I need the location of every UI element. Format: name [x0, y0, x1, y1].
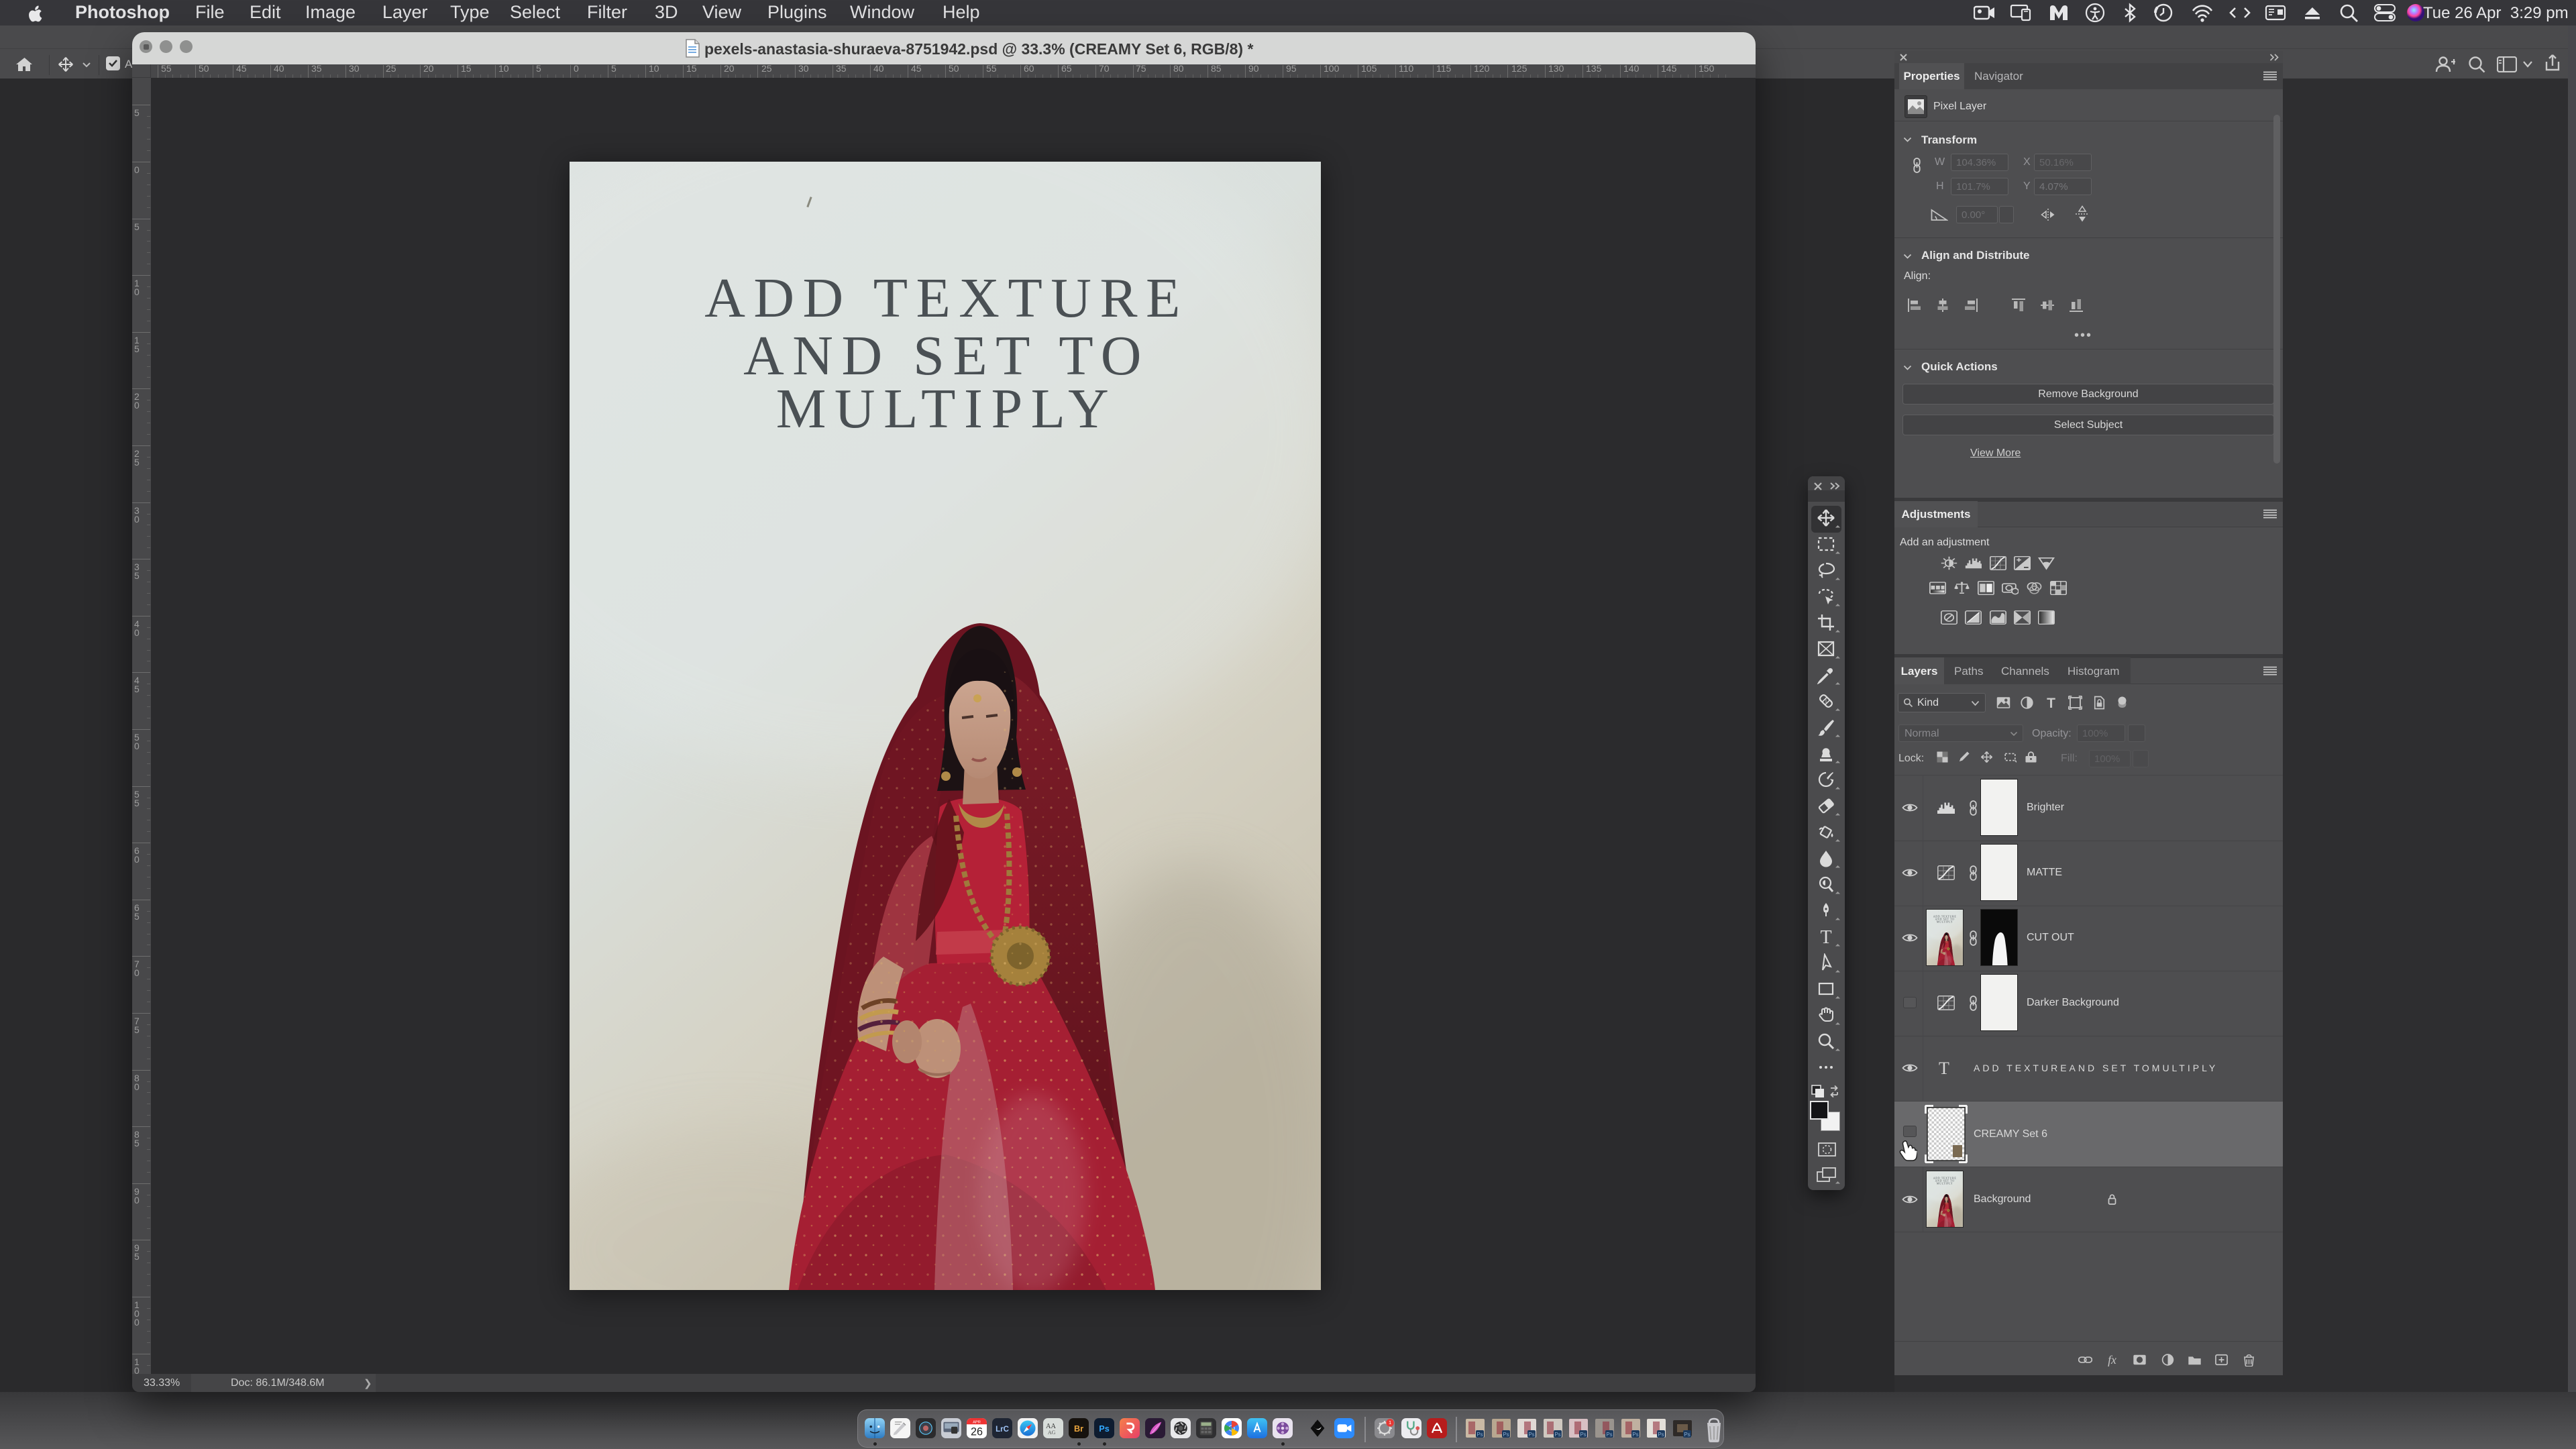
svg-text:AA: AA: [1046, 1423, 1056, 1430]
svg-text:LrC: LrC: [996, 1426, 1009, 1434]
svg-text:APR: APR: [973, 1421, 981, 1425]
svg-text:T: T: [2047, 696, 2055, 710]
svg-text:Ps: Ps: [1477, 1432, 1483, 1438]
svg-text:fx: fx: [2108, 1353, 2116, 1366]
svg-text:Ps: Ps: [1528, 1432, 1534, 1438]
svg-text:Ps: Ps: [1684, 1432, 1690, 1438]
svg-text:1: 1: [1389, 1419, 1391, 1426]
svg-text:Ps: Ps: [1503, 1432, 1509, 1438]
svg-text:Ps: Ps: [1554, 1432, 1560, 1438]
svg-text:26: 26: [971, 1426, 983, 1438]
svg-text:Ps: Ps: [1099, 1424, 1110, 1434]
svg-text:Ps: Ps: [1658, 1432, 1664, 1438]
svg-text:Ps: Ps: [1580, 1432, 1586, 1438]
svg-text:Br: Br: [1074, 1424, 1083, 1434]
svg-text:Ps: Ps: [1606, 1432, 1612, 1438]
svg-text:T: T: [1820, 927, 1831, 946]
svg-text:Ps: Ps: [1632, 1432, 1638, 1438]
svg-text:AG: AG: [1048, 1430, 1056, 1436]
